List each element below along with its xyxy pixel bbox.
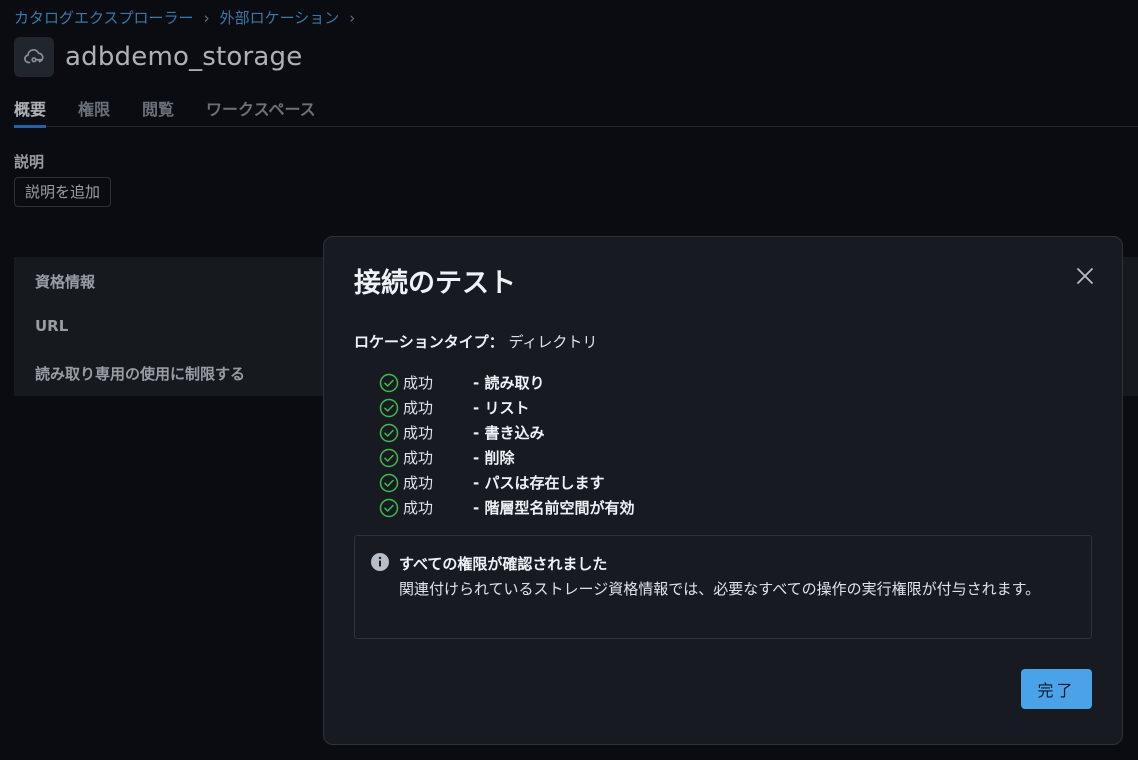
check-circle-icon — [379, 373, 399, 392]
check-operation: - 書き込み — [473, 424, 545, 442]
check-row: 成功 - 読み取り — [379, 370, 634, 395]
done-button[interactable]: 完了 — [1021, 669, 1092, 709]
check-status: 成功 — [379, 422, 473, 443]
check-results: 成功 - 読み取り 成功 - リスト 成功 - 書き込み 成功 - 削除 成功 … — [379, 370, 634, 520]
check-status-label: 成功 — [403, 474, 434, 492]
check-circle-icon — [379, 498, 399, 517]
dialog-title: 接続のテスト — [354, 268, 516, 299]
close-icon — [1077, 268, 1093, 284]
check-status-label: 成功 — [403, 399, 434, 417]
check-operation: - パスは存在します — [473, 474, 605, 492]
check-status: 成功 — [379, 397, 473, 418]
check-circle-icon — [379, 423, 399, 442]
close-button[interactable] — [1074, 265, 1096, 287]
check-operation: - 読み取り — [473, 374, 545, 392]
location-type: ロケーションタイプ： ディレクトリ — [354, 331, 597, 352]
check-status-label: 成功 — [403, 374, 434, 392]
location-type-label: ロケーションタイプ： — [354, 333, 504, 351]
check-circle-icon — [379, 473, 399, 492]
check-status-label: 成功 — [403, 424, 434, 442]
check-circle-icon — [379, 398, 399, 417]
location-type-value: ディレクトリ — [508, 333, 598, 351]
check-status: 成功 — [379, 472, 473, 493]
info-text: 関連付けられているストレージ資格情報では、必要なすべての操作の実行権限が付与され… — [399, 580, 1041, 598]
check-status: 成功 — [379, 372, 473, 393]
info-title: すべての権限が確認されました — [399, 555, 608, 573]
check-status-label: 成功 — [403, 499, 434, 517]
check-row: 成功 - 削除 — [379, 445, 634, 470]
check-operation: - 削除 — [473, 449, 515, 467]
test-connection-dialog: 接続のテスト ロケーションタイプ： ディレクトリ 成功 - 読み取り 成功 - … — [323, 236, 1123, 745]
check-operation: - 階層型名前空間が有効 — [473, 499, 635, 517]
info-alert: すべての権限が確認されました 関連付けられているストレージ資格情報では、必要なす… — [354, 535, 1092, 639]
check-row: 成功 - リスト — [379, 395, 634, 420]
check-status-label: 成功 — [403, 449, 434, 467]
check-operation: - リスト — [473, 399, 530, 417]
check-row: 成功 - 階層型名前空間が有効 — [379, 495, 634, 520]
check-circle-icon — [379, 448, 399, 467]
check-status: 成功 — [379, 497, 473, 518]
check-row: 成功 - 書き込み — [379, 420, 634, 445]
info-icon — [371, 553, 389, 571]
check-status: 成功 — [379, 447, 473, 468]
check-row: 成功 - パスは存在します — [379, 470, 634, 495]
